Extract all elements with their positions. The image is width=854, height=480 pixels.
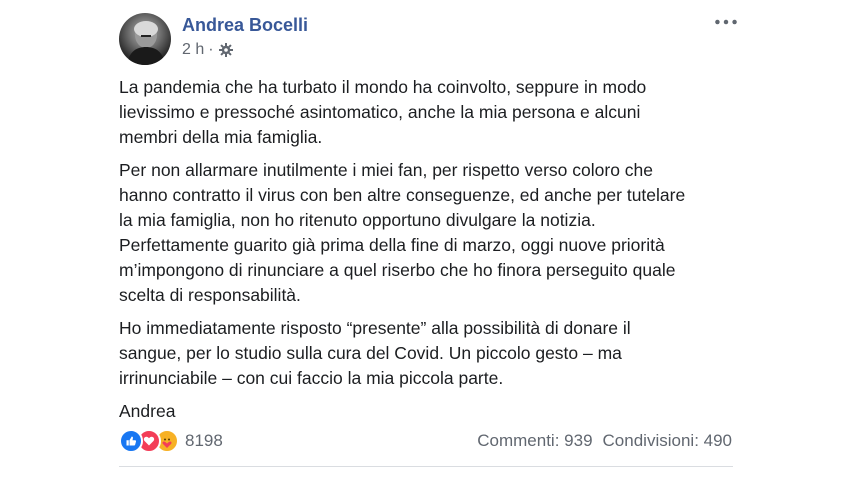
- post-paragraph: Per non allarmare inutilmente i miei fan…: [119, 160, 686, 305]
- gear-icon[interactable]: [218, 42, 234, 58]
- divider: [119, 466, 733, 467]
- avatar[interactable]: [119, 13, 171, 65]
- reaction-icons: [119, 429, 179, 453]
- post-paragraph: Ho immediatamente risposto “presente” al…: [119, 318, 631, 388]
- shares-count[interactable]: Condivisioni: 490: [603, 431, 732, 451]
- post-timestamp[interactable]: 2 h: [182, 41, 204, 59]
- meta-separator: ·: [208, 41, 214, 58]
- post-stats: Commenti: 939 Condivisioni: 490: [477, 431, 732, 451]
- reaction-count: 8198: [185, 431, 223, 450]
- like-icon: [119, 429, 143, 453]
- author-name[interactable]: Andrea Bocelli: [182, 15, 308, 36]
- reactions-summary[interactable]: 8198: [119, 429, 223, 453]
- post-body: La pandemia che ha turbato il mondo ha c…: [119, 75, 739, 432]
- post-paragraph: La pandemia che ha turbato il mondo ha c…: [119, 77, 647, 147]
- more-options-icon[interactable]: [712, 10, 740, 34]
- facebook-post: Andrea Bocelli 2 h · La pandemia che ha …: [0, 0, 854, 480]
- comments-count[interactable]: Commenti: 939: [477, 431, 592, 451]
- post-meta: 2 h ·: [182, 41, 234, 59]
- post-signature: Andrea: [119, 401, 176, 421]
